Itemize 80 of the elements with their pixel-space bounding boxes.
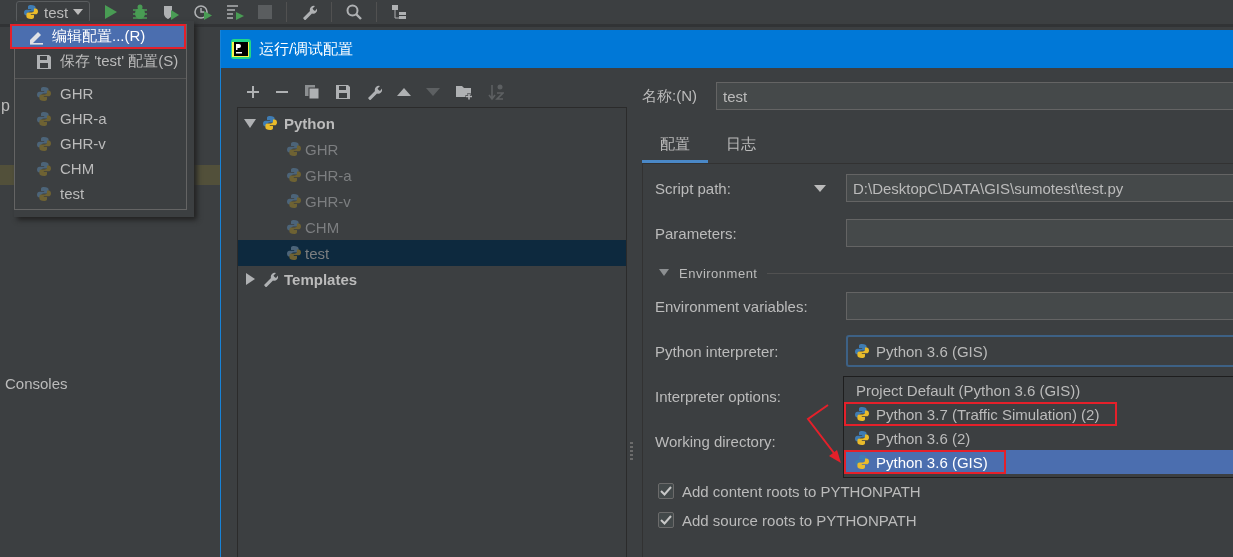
field-label: Python interpreter: bbox=[655, 342, 779, 360]
expand-arrow-icon[interactable] bbox=[244, 117, 256, 129]
highlight-frame: Python 3.6 (GIS) bbox=[844, 450, 1006, 474]
script-path-field[interactable]: D:\DesktopC\DATA\GIS\sumotest\test.py bbox=[846, 174, 1233, 202]
menu-item[interactable]: 保存 'test' 配置(S) bbox=[14, 49, 185, 74]
text-field[interactable] bbox=[846, 219, 1233, 247]
list-option[interactable]: Project Default (Python 3.6 (GIS)) bbox=[844, 378, 1233, 402]
checkbox[interactable] bbox=[658, 512, 674, 528]
wrench-icon bbox=[262, 271, 278, 287]
collapse-icon[interactable] bbox=[659, 269, 669, 277]
splitter-handle[interactable] bbox=[630, 442, 633, 460]
highlight-frame: Python 3.7 (Traffic Simulation) (2) bbox=[844, 402, 1118, 426]
tab[interactable]: 日志 bbox=[708, 129, 774, 163]
python-icon bbox=[854, 454, 870, 470]
field-label: Working directory: bbox=[655, 432, 776, 450]
caret-icon bbox=[73, 9, 84, 15]
field-label: 名称:(N) bbox=[642, 86, 698, 106]
panel-title: p bbox=[1, 97, 10, 115]
tree-item[interactable]: Python bbox=[238, 110, 626, 136]
add-icon[interactable] bbox=[246, 85, 260, 99]
menu-item[interactable]: GHR bbox=[14, 81, 185, 106]
tab[interactable]: 配置 bbox=[642, 129, 708, 163]
check-icon bbox=[660, 486, 672, 496]
python-icon bbox=[286, 167, 302, 183]
tree-item[interactable]: Templates bbox=[238, 266, 626, 292]
python-icon bbox=[36, 135, 52, 152]
list-option[interactable]: Python 3.7 (Traffic Simulation) (2) bbox=[844, 402, 1233, 426]
text-field[interactable] bbox=[846, 292, 1233, 320]
python-icon bbox=[262, 115, 278, 131]
save-icon[interactable] bbox=[335, 84, 351, 100]
checkbox-label: Add source roots to PYTHONPATH bbox=[682, 511, 917, 529]
interpreter-dropdown[interactable]: Python 3.6 (GIS) bbox=[846, 335, 1233, 367]
window-title: 运行/调试配置 bbox=[259, 39, 354, 59]
menu-item[interactable]: GHR-v bbox=[14, 131, 185, 156]
bug-icon[interactable] bbox=[132, 4, 149, 20]
python-icon bbox=[286, 193, 302, 209]
python-icon bbox=[286, 141, 302, 157]
profiler-icon[interactable] bbox=[194, 4, 213, 20]
section-title: Environment bbox=[679, 265, 758, 281]
python-icon bbox=[854, 430, 870, 446]
app-logo-icon bbox=[231, 39, 251, 59]
wrench-icon[interactable] bbox=[301, 4, 318, 20]
field-label: Script path: bbox=[655, 179, 731, 197]
check-icon bbox=[660, 515, 672, 525]
python-icon bbox=[854, 343, 870, 359]
menu-item[interactable]: 编辑配置...(R) bbox=[10, 24, 186, 49]
field-label: Parameters: bbox=[655, 224, 737, 242]
concurrency-icon[interactable] bbox=[226, 4, 245, 20]
python-icon bbox=[286, 245, 302, 261]
field-label: Environment variables: bbox=[655, 297, 808, 315]
annotation-arrow bbox=[806, 404, 841, 463]
python-icon bbox=[854, 406, 870, 422]
python-icon bbox=[36, 85, 52, 102]
tree-item[interactable]: test bbox=[238, 240, 626, 266]
copy-icon[interactable] bbox=[304, 84, 320, 100]
caret-icon[interactable] bbox=[814, 184, 826, 192]
python-icon bbox=[286, 219, 302, 235]
python-icon bbox=[36, 185, 52, 202]
list-option[interactable]: Python 3.6 (GIS) bbox=[844, 450, 1233, 474]
run-icon[interactable] bbox=[104, 4, 119, 20]
new-folder-icon[interactable] bbox=[455, 84, 473, 100]
list-option[interactable]: Python 3.6 (2) bbox=[844, 426, 1233, 450]
expand-arrow-icon[interactable] bbox=[244, 273, 256, 285]
name-field[interactable]: test bbox=[716, 82, 1233, 110]
wrench-icon[interactable] bbox=[366, 84, 382, 100]
checkbox-label: Add content roots to PYTHONPATH bbox=[682, 482, 921, 500]
python-icon bbox=[23, 4, 39, 20]
menu-item[interactable]: GHR-a bbox=[14, 106, 185, 131]
checkbox[interactable] bbox=[658, 483, 674, 499]
search-icon[interactable] bbox=[346, 4, 363, 20]
python-icon bbox=[36, 160, 52, 177]
save-icon bbox=[36, 53, 52, 70]
menu-item[interactable]: CHM bbox=[14, 156, 185, 181]
run-config-dropdown[interactable]: test bbox=[16, 1, 91, 23]
python-icon bbox=[36, 110, 52, 127]
move-up-icon[interactable] bbox=[397, 87, 411, 97]
menu-item[interactable]: test bbox=[14, 181, 185, 206]
coverage-icon[interactable] bbox=[162, 4, 181, 20]
field-label: Interpreter options: bbox=[655, 387, 781, 405]
structure-icon[interactable] bbox=[391, 4, 408, 20]
